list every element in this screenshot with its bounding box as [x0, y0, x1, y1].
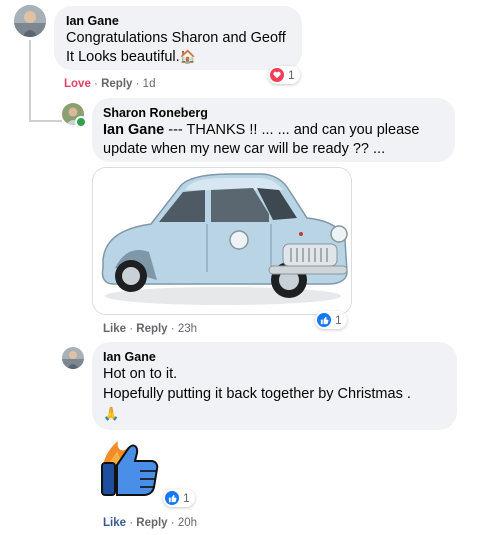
comment-text: --- THANKS !! ... ... and can you please [164, 122, 420, 138]
avatar[interactable] [14, 5, 46, 37]
comment-text-line: update when my new car will be ready ?? … [103, 141, 386, 157]
vintage-car-image [93, 168, 351, 314]
thumbs-up-sticker-icon[interactable] [98, 437, 162, 499]
attached-photo[interactable] [92, 167, 352, 315]
comment-actions: Like · Reply · 23h [103, 322, 197, 336]
comment-text-line: Congratulations Sharon and Geoff [66, 30, 286, 46]
online-status-icon [75, 116, 87, 128]
separator: · [129, 323, 134, 335]
separator: · [135, 78, 140, 90]
comment-text-line: Hopefully putting it back together by Ch… [103, 386, 411, 402]
love-button[interactable]: Love [64, 78, 91, 90]
comment-author[interactable]: Sharon Roneberg [103, 105, 208, 121]
reaction-summary[interactable]: 1 [268, 66, 300, 84]
comment-text-line: It Looks beautiful.🏠 [66, 47, 196, 67]
reaction-count: 1 [183, 491, 190, 505]
separator: · [94, 78, 98, 90]
heart-icon [270, 68, 284, 82]
reaction-count: 1 [335, 313, 342, 327]
reply-button[interactable]: Reply [136, 517, 167, 529]
comment-bubble: Ian Gane Congratulations Sharon and Geof… [54, 6, 302, 70]
reaction-count: 1 [288, 68, 295, 82]
timestamp[interactable]: 1d [143, 78, 156, 90]
mention-tag[interactable]: Ian Gane [103, 122, 164, 138]
comment-text: It Looks beautiful. [66, 49, 180, 65]
like-button[interactable]: Like [103, 517, 126, 529]
reaction-summary[interactable]: 1 [163, 489, 195, 507]
folded-hands-emoji-icon: 🙏 [103, 406, 120, 421]
comment-actions: Like · Reply · 20h [103, 516, 197, 530]
thread-line [29, 40, 31, 122]
separator: · [170, 323, 175, 335]
timestamp[interactable]: 23h [178, 323, 197, 335]
comment-bubble: Ian Gane Hot on to it. Hopefully putting… [92, 342, 457, 430]
reply-button[interactable]: Reply [136, 323, 167, 335]
comment-actions: Love · Reply · 1d [64, 77, 155, 91]
separator: · [129, 517, 134, 529]
like-button[interactable]: Like [103, 323, 126, 335]
comment-author[interactable]: Ian Gane [66, 13, 119, 29]
timestamp[interactable]: 20h [178, 517, 197, 529]
house-emoji-icon: 🏠 [179, 49, 196, 64]
separator: · [170, 517, 175, 529]
comment-author[interactable]: Ian Gane [103, 349, 156, 365]
reply-button[interactable]: Reply [101, 78, 132, 90]
comment-text-line: Ian Gane --- THANKS !! ... ... and can y… [103, 120, 419, 140]
thread-line [29, 120, 62, 122]
avatar[interactable] [62, 347, 84, 369]
reaction-summary[interactable]: 1 [315, 311, 347, 329]
thumbs-up-icon [165, 491, 179, 505]
comment-bubble: Sharon Roneberg Ian Gane --- THANKS !! .… [92, 98, 455, 162]
comment-text-line: Hot on to it. [103, 366, 178, 382]
thumbs-up-icon [317, 313, 331, 327]
